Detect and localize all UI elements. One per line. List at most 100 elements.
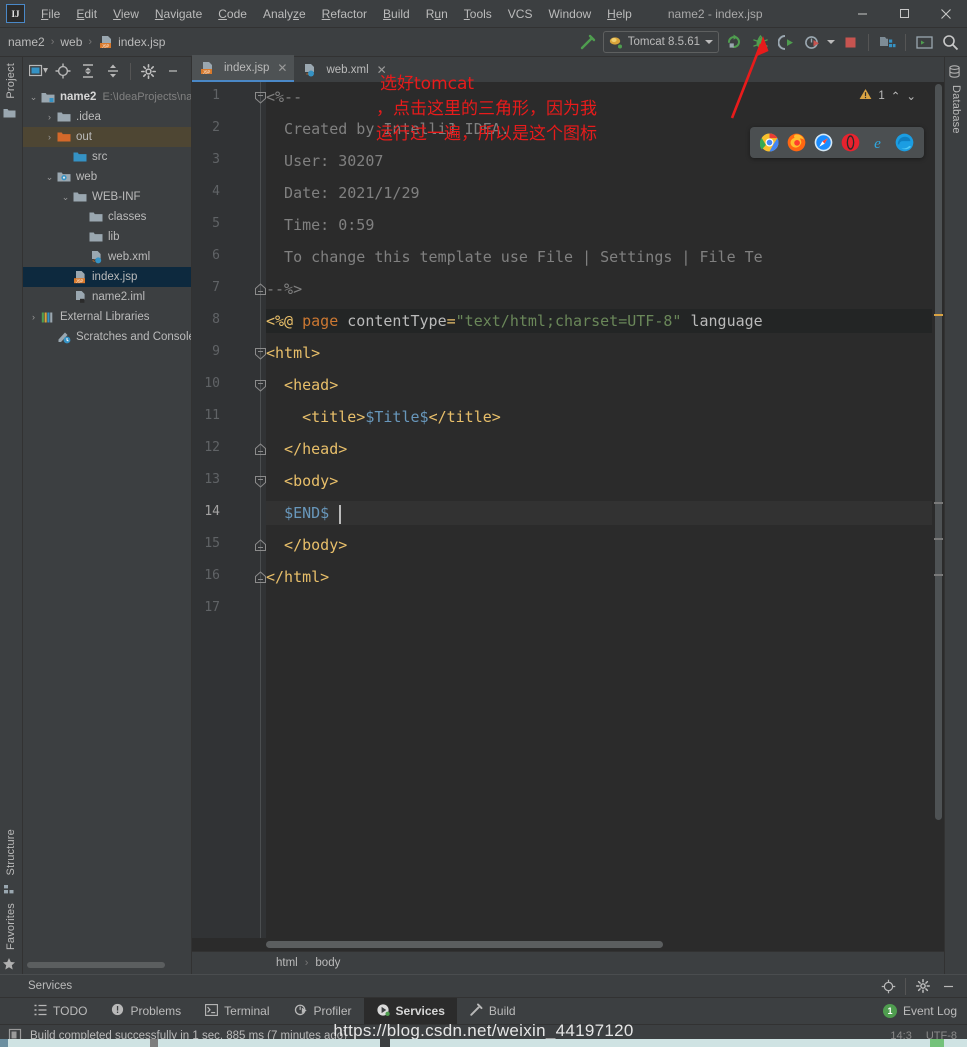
breadcrumb-body[interactable]: body — [315, 957, 340, 969]
breadcrumb-web[interactable]: web — [60, 35, 82, 49]
tree-item-src[interactable]: src — [23, 147, 191, 167]
menu-item-window[interactable]: Window — [540, 4, 599, 24]
hide-panel-icon[interactable] — [162, 60, 184, 82]
event-log-widget[interactable]: 1 Event Log — [883, 1004, 967, 1018]
chevron-right-icon[interactable]: › — [43, 132, 56, 142]
project-view-selector-icon[interactable] — [27, 60, 49, 82]
menu-item-build[interactable]: Build — [375, 4, 418, 24]
locate-icon[interactable] — [877, 975, 899, 997]
change-marker[interactable] — [934, 538, 943, 540]
tool-tab-profiler[interactable]: Profiler — [282, 998, 364, 1024]
close-icon[interactable]: ✕ — [277, 61, 287, 75]
run-configuration-selector[interactable]: Tomcat 8.5.61 — [603, 31, 719, 53]
chevron-right-icon[interactable]: › — [43, 112, 56, 122]
minimize-button[interactable] — [841, 0, 883, 27]
tool-tab-problems[interactable]: Problems — [99, 998, 193, 1024]
tree-item-web-inf[interactable]: ⌄WEB-INF — [23, 187, 191, 207]
breadcrumb-html[interactable]: html — [276, 957, 298, 969]
firefox-icon[interactable] — [787, 133, 806, 152]
tool-window-structure[interactable]: Structure — [5, 823, 17, 881]
debug-icon[interactable] — [749, 31, 771, 53]
menu-item-tools[interactable]: Tools — [456, 4, 500, 24]
rerun-icon[interactable] — [723, 31, 745, 53]
menu-item-view[interactable]: View — [105, 4, 147, 24]
tree-item-classes[interactable]: classes — [23, 207, 191, 227]
chevron-right-icon[interactable]: › — [27, 312, 40, 322]
settings-gear-icon[interactable] — [137, 60, 159, 82]
tool-tab-build[interactable]: Build — [457, 998, 528, 1024]
editor-horizontal-scrollbar[interactable] — [192, 938, 944, 951]
editor-gutter[interactable]: 1234567891011121314151617 — [192, 82, 266, 938]
profiler-icon[interactable] — [801, 31, 823, 53]
chevron-down-icon[interactable]: ⌄ — [27, 92, 40, 103]
menu-item-refactor[interactable]: Refactor — [314, 4, 375, 24]
tool-tab-terminal[interactable]: Terminal — [193, 998, 281, 1024]
search-everywhere-icon[interactable] — [939, 31, 961, 53]
stop-icon[interactable] — [839, 31, 861, 53]
tree-item-index-jsp[interactable]: JSPindex.jsp — [23, 267, 191, 287]
opera-icon[interactable] — [841, 133, 860, 152]
expand-all-icon[interactable] — [77, 60, 99, 82]
tool-window-project[interactable]: Project — [5, 57, 17, 105]
chevron-down-icon[interactable] — [705, 40, 713, 44]
minimize-icon[interactable] — [937, 975, 959, 997]
tree-item-scratches-and-consoles[interactable]: Scratches and Consoles — [23, 327, 191, 347]
event-log-label[interactable]: Event Log — [903, 1004, 957, 1018]
open-in-browser-popup[interactable]: e — [750, 127, 924, 158]
hammer-build-icon[interactable] — [577, 31, 599, 53]
tool-tab-services[interactable]: Services — [364, 998, 457, 1024]
change-marker[interactable] — [934, 574, 943, 576]
menu-item-edit[interactable]: Edit — [68, 4, 105, 24]
editor-vertical-scrollbar[interactable] — [932, 82, 944, 938]
close-icon[interactable]: ✕ — [377, 63, 387, 77]
project-horizontal-scrollbar[interactable] — [23, 962, 191, 974]
tool-tab-todo[interactable]: TODO — [22, 998, 99, 1024]
project-tree[interactable]: ⌄name2E:\IdeaProjects\nam›.idea›outsrc⌄w… — [23, 85, 191, 962]
breadcrumb-index-jsp[interactable]: index.jsp — [118, 35, 165, 49]
code-editor[interactable]: 1234567891011121314151617 <%-- Created b… — [192, 82, 944, 938]
chevron-down-icon[interactable]: ⌄ — [59, 192, 72, 203]
code-text-area[interactable]: <%-- Created by IntelliJ IDEA. User: 302… — [266, 82, 944, 938]
menu-item-code[interactable]: Code — [210, 4, 255, 24]
tab-index-jsp[interactable]: JSP index.jsp ✕ — [192, 55, 294, 82]
menu-item-navigate[interactable]: Navigate — [147, 4, 210, 24]
tree-item-web-xml[interactable]: <web.xml — [23, 247, 191, 267]
locate-file-icon[interactable] — [52, 60, 74, 82]
menu-item-run[interactable]: Run — [418, 4, 456, 24]
edge-icon[interactable] — [895, 133, 914, 152]
tree-item-external-libraries[interactable]: ›External Libraries — [23, 307, 191, 327]
scrollbar-thumb[interactable] — [935, 84, 942, 820]
tab-web-xml[interactable]: < web.xml ✕ — [294, 57, 393, 82]
tree-item-web[interactable]: ⌄web — [23, 167, 191, 187]
tool-window-database[interactable]: Database — [950, 79, 962, 140]
menu-item-file[interactable]: File — [33, 4, 68, 24]
change-marker[interactable] — [934, 502, 943, 504]
run-with-coverage-icon[interactable] — [775, 31, 797, 53]
tree-item-name2-iml[interactable]: name2.iml — [23, 287, 191, 307]
menu-item-analyze[interactable]: Analyze — [255, 4, 314, 24]
tool-window-favorites[interactable]: Favorites — [5, 897, 17, 956]
project-structure-icon[interactable] — [876, 31, 898, 53]
tree-item-name2[interactable]: ⌄name2E:\IdeaProjects\nam — [23, 87, 191, 107]
menu-item-help[interactable]: Help — [599, 4, 640, 24]
safari-icon[interactable] — [814, 133, 833, 152]
hscroll-thumb[interactable] — [266, 941, 663, 948]
chrome-icon[interactable] — [760, 133, 779, 152]
chevron-down-icon[interactable]: ⌄ — [43, 172, 56, 183]
tree-item-out[interactable]: ›out — [23, 127, 191, 147]
settings-gear-icon[interactable] — [912, 975, 934, 997]
menu-item-vcs[interactable]: VCS — [500, 4, 541, 24]
collapse-all-icon[interactable] — [102, 60, 124, 82]
profiler-chevron-down-icon[interactable] — [827, 40, 835, 44]
prev-problem-icon[interactable]: ⌃ — [891, 89, 901, 103]
next-problem-icon[interactable]: ⌄ — [906, 89, 916, 103]
terminal-icon[interactable] — [913, 31, 935, 53]
inspection-widget[interactable]: 1 ⌃ ⌄ — [859, 88, 916, 103]
internet-explorer-icon[interactable]: e — [868, 133, 887, 152]
close-button[interactable] — [925, 0, 967, 27]
tree-item-idea[interactable]: ›.idea — [23, 107, 191, 127]
breadcrumb-name2[interactable]: name2 — [8, 35, 45, 49]
warning-marker[interactable] — [934, 314, 943, 316]
tree-item-lib[interactable]: lib — [23, 227, 191, 247]
maximize-button[interactable] — [883, 0, 925, 27]
